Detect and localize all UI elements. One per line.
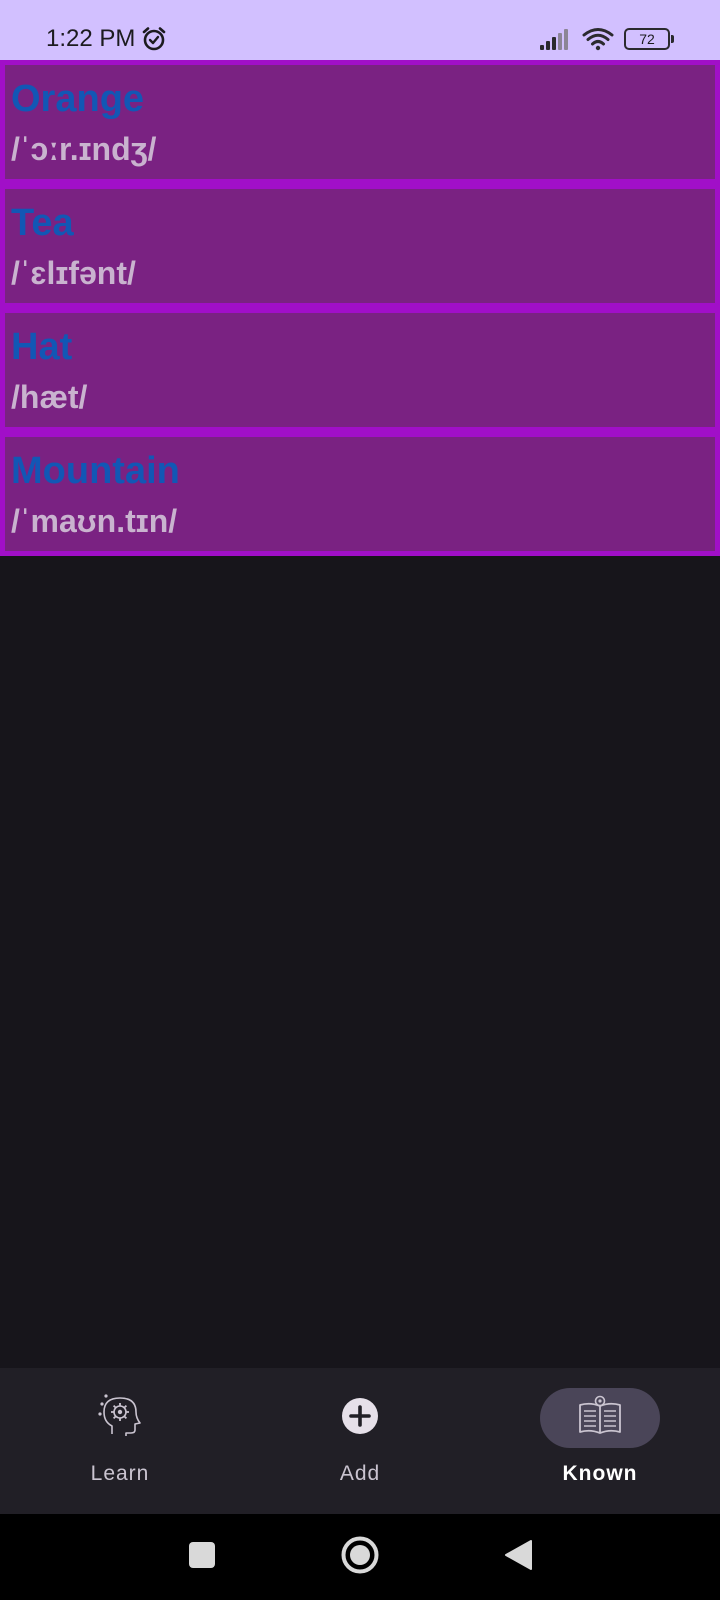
status-bar: 1:22 PM 72 — [0, 0, 720, 60]
bottom-navigation: Learn Add Known — [0, 1368, 720, 1514]
nav-label-known: Known — [562, 1462, 638, 1485]
home-icon — [340, 1535, 380, 1580]
word-card[interactable]: Orange /ˈɔːr.ɪndʒ/ — [0, 60, 720, 184]
nav-label-add: Add — [339, 1462, 381, 1485]
word-pronunciation: /ˈɛlɪfənt/ — [11, 255, 136, 291]
wifi-icon — [582, 27, 614, 51]
home-button[interactable] — [330, 1514, 390, 1600]
word-title: Mountain — [11, 450, 180, 492]
recents-button[interactable] — [172, 1514, 232, 1600]
word-title: Tea — [11, 202, 74, 244]
word-card[interactable]: Mountain /ˈmaʊn.tɪn/ — [0, 432, 720, 556]
nav-icon-pill-selected — [540, 1388, 660, 1448]
back-button[interactable] — [488, 1514, 548, 1600]
word-card[interactable]: Tea /ˈɛlɪfənt/ — [0, 184, 720, 308]
battery-level: 72 — [639, 31, 655, 47]
word-card[interactable]: Hat /hæt/ — [0, 308, 720, 432]
signal-icon — [540, 28, 572, 50]
word-title: Orange — [11, 78, 145, 120]
nav-icon-container — [60, 1388, 180, 1448]
alarm-icon — [141, 26, 167, 52]
battery-icon: 72 — [624, 28, 674, 50]
add-circle-icon — [340, 1396, 380, 1441]
nav-label-learn: Learn — [90, 1462, 150, 1485]
word-pronunciation: /ˈɔːr.ɪndʒ/ — [11, 131, 157, 167]
back-icon — [503, 1539, 533, 1576]
system-navigation-bar — [0, 1514, 720, 1600]
nav-item-learn[interactable]: Learn — [0, 1368, 240, 1514]
brain-gear-icon — [96, 1392, 144, 1445]
nav-icon-container — [300, 1388, 420, 1448]
known-word-list: Orange /ˈɔːr.ɪndʒ/ Tea /ˈɛlɪfənt/ Hat /h… — [0, 60, 720, 556]
nav-item-add[interactable]: Add — [240, 1368, 480, 1514]
open-book-icon — [576, 1394, 624, 1443]
status-time-group: 1:22 PM — [46, 24, 167, 54]
status-time: 1:22 PM — [46, 25, 136, 52]
status-icons: 72 — [540, 24, 674, 54]
nav-item-known[interactable]: Known — [480, 1368, 720, 1514]
recents-icon — [188, 1541, 216, 1574]
word-title: Hat — [11, 326, 73, 368]
word-pronunciation: /ˈmaʊn.tɪn/ — [11, 503, 178, 539]
word-pronunciation: /hæt/ — [11, 379, 88, 415]
